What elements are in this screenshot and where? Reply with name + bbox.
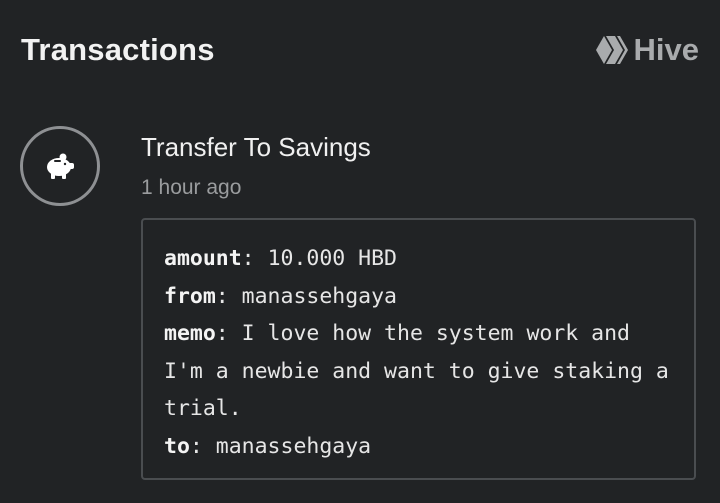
transaction-type: Transfer To Savings [141, 132, 371, 162]
brand-name: Hive [633, 32, 699, 67]
hive-logo-icon [595, 36, 628, 64]
detail-row-amount: amount: 10.000 HBD [164, 240, 674, 278]
detail-key: to [164, 433, 190, 459]
transaction-details: amount: 10.000 HBD from: manassehgaya me… [141, 218, 696, 480]
detail-value: 10.000 HBD [267, 246, 398, 271]
detail-key: from [164, 283, 216, 309]
detail-key: memo [164, 321, 216, 346]
detail-key: amount [164, 246, 242, 271]
detail-row-from: from: manassehgaya [164, 278, 674, 316]
hive-brand[interactable]: Hive [595, 32, 699, 68]
detail-separator: : [215, 321, 242, 346]
transaction-time: 1 hour ago [141, 176, 242, 199]
detail-separator: : [241, 246, 268, 271]
app-header: Transactions Hive [0, 0, 720, 100]
detail-value: I love how the system work and I'm a new… [164, 321, 682, 421]
detail-separator: : [215, 283, 242, 309]
detail-value: manassehgaya [241, 283, 398, 309]
detail-row-to: to: manassehgaya [164, 428, 674, 466]
page-title: Transactions [21, 32, 215, 67]
transaction-item: Transfer To Savings 1 hour ago amount: 1… [0, 110, 720, 503]
detail-separator: : [189, 433, 216, 459]
transaction-type-icon [20, 126, 100, 206]
piggy-bank-icon [47, 153, 74, 179]
detail-row-memo: memo: I love how the system work and I'm… [164, 315, 674, 428]
detail-value: manassehgaya [215, 433, 372, 459]
